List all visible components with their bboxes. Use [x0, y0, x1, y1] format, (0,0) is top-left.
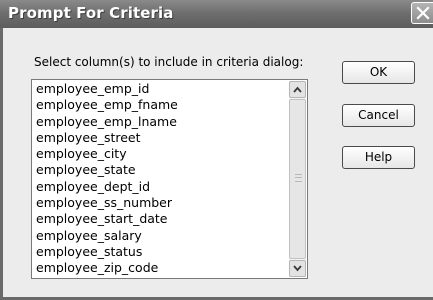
- scroll-grip-icon: [295, 174, 302, 182]
- prompt-for-criteria-dialog: Prompt For Criteria Select column(s) to …: [0, 0, 433, 300]
- window-frame-left: [0, 28, 3, 300]
- list-item[interactable]: employee_zip_code: [32, 260, 290, 276]
- column-listbox[interactable]: employee_emp_id employee_emp_fname employe…: [31, 79, 308, 279]
- scroll-up-arrow-icon: [293, 86, 302, 93]
- listbox-scrollbar[interactable]: [289, 81, 306, 277]
- help-button[interactable]: Help: [342, 146, 415, 169]
- list-item[interactable]: employee_emp_fname: [32, 97, 290, 113]
- close-button[interactable]: [411, 2, 433, 24]
- column-list[interactable]: employee_emp_id employee_emp_fname employe…: [32, 81, 290, 277]
- list-item[interactable]: employee_emp_lname: [32, 114, 290, 130]
- scroll-down-arrow-icon: [293, 265, 302, 272]
- scroll-down-button[interactable]: [289, 260, 306, 277]
- list-item[interactable]: employee_ss_number: [32, 195, 290, 211]
- list-item[interactable]: employee_state: [32, 162, 290, 178]
- list-item[interactable]: employee_salary: [32, 228, 290, 244]
- title-bar[interactable]: Prompt For Criteria: [0, 0, 433, 28]
- list-item[interactable]: employee_status: [32, 244, 290, 260]
- instruction-label: Select column(s) to include in criteria …: [34, 55, 304, 69]
- cancel-button[interactable]: Cancel: [342, 104, 415, 127]
- list-item[interactable]: employee_emp_id: [32, 81, 290, 97]
- list-item[interactable]: employee_start_date: [32, 211, 290, 227]
- close-icon: [416, 6, 430, 20]
- list-item[interactable]: employee_city: [32, 146, 290, 162]
- list-item[interactable]: employee_dept_id: [32, 179, 290, 195]
- ok-button[interactable]: OK: [342, 61, 415, 84]
- list-item[interactable]: employee_street: [32, 130, 290, 146]
- window-title: Prompt For Criteria: [8, 4, 174, 22]
- scroll-thumb[interactable]: [289, 99, 306, 259]
- scroll-up-button[interactable]: [289, 81, 306, 98]
